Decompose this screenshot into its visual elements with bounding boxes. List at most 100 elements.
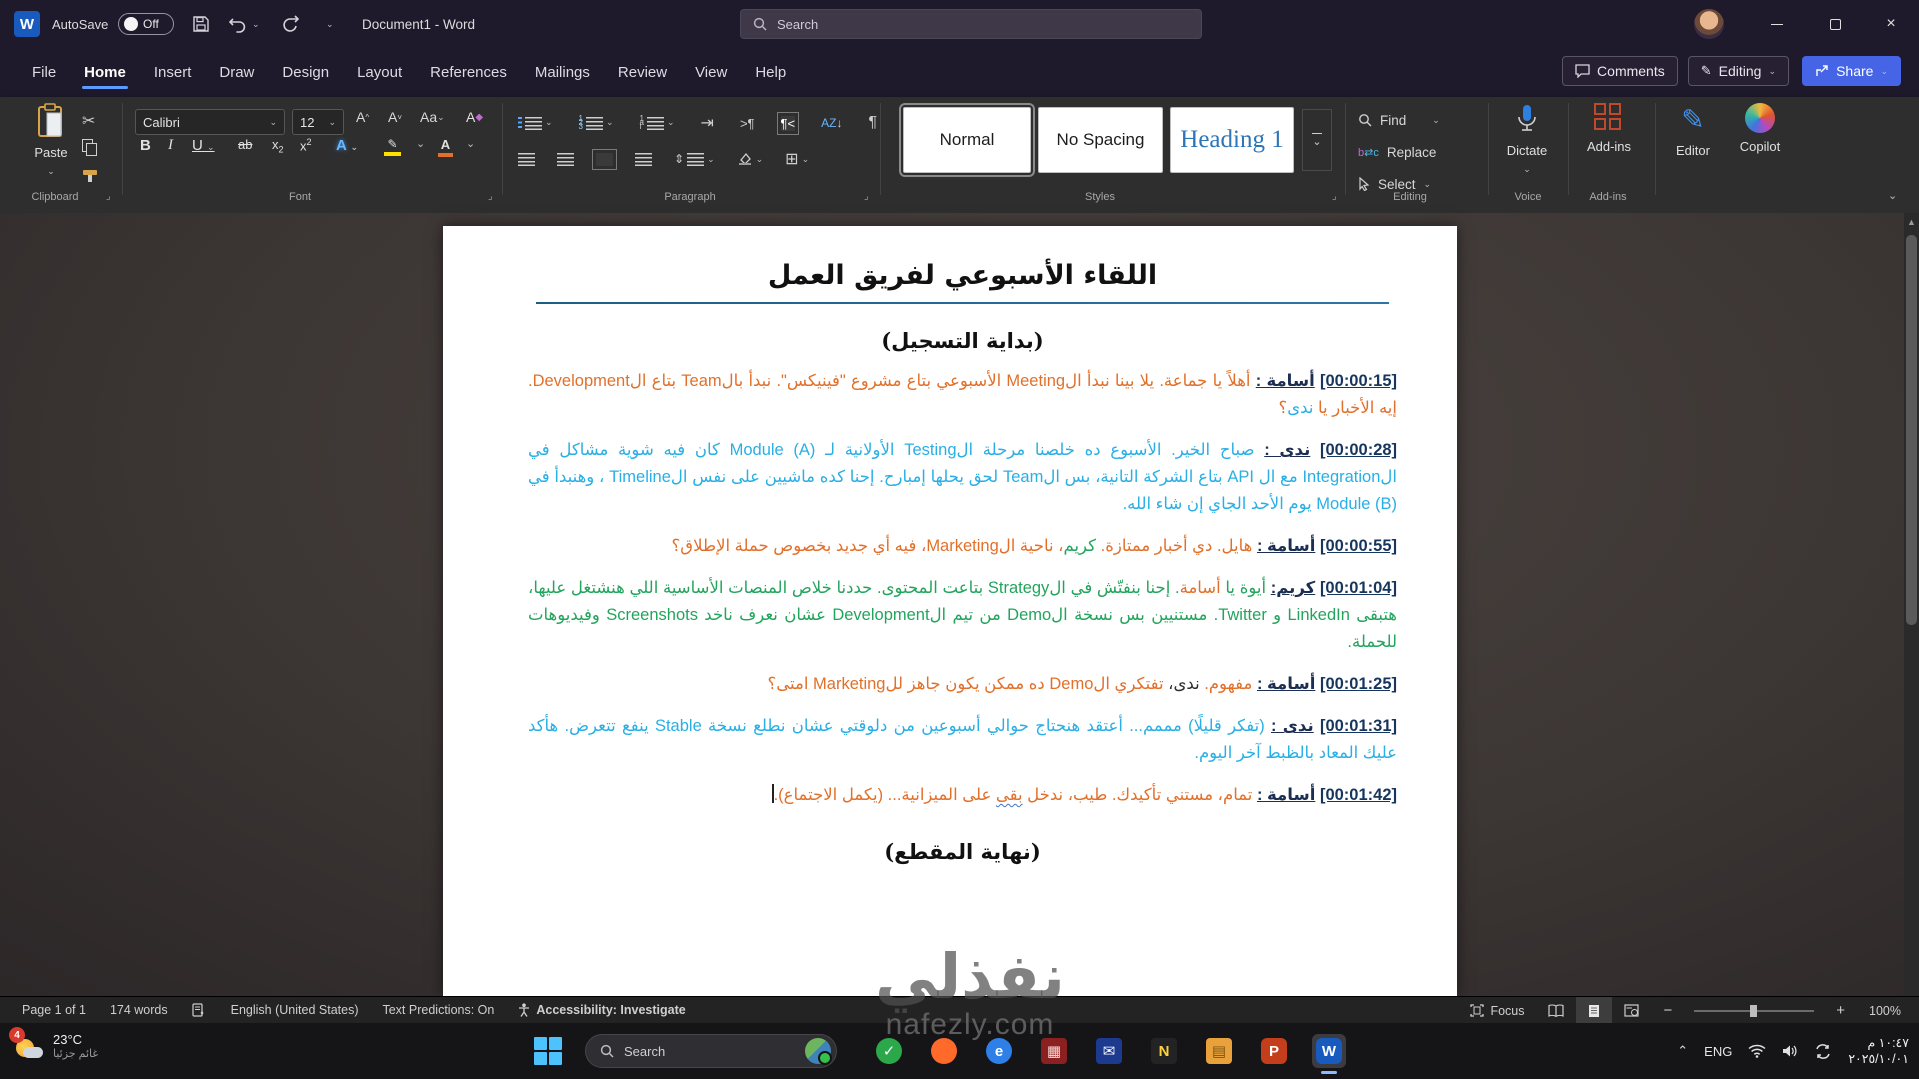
autosave-toggle[interactable]: Off	[118, 13, 174, 35]
align-right-button[interactable]	[592, 148, 617, 170]
cut-button[interactable]: ✂	[82, 111, 95, 131]
addins-button[interactable]: Add-ins	[1576, 103, 1642, 187]
ribbon-tab-mailings[interactable]: Mailings	[521, 54, 604, 91]
store-grid-app-icon[interactable]: ▦	[1037, 1034, 1071, 1068]
title-search-box[interactable]: Search	[740, 9, 1202, 39]
numbering-button[interactable]: 1 2 3 ⌄	[579, 114, 614, 130]
dictate-button[interactable]: Dictate ⌄	[1495, 103, 1559, 187]
align-center-button[interactable]	[557, 152, 574, 166]
ribbon-tab-design[interactable]: Design	[268, 54, 343, 91]
transcript-paragraph[interactable]: [00:00:55] أسامة : هايل. دي أخبار ممتازة…	[528, 533, 1397, 560]
taskbar-search-box[interactable]: Search	[585, 1034, 837, 1068]
subscript-button[interactable]: x2	[272, 137, 284, 155]
superscript-button[interactable]: x2	[300, 137, 312, 153]
paste-button[interactable]: Paste ⌄	[18, 103, 84, 187]
word-count[interactable]: 174 words	[98, 997, 180, 1023]
volume-icon[interactable]	[1782, 1044, 1798, 1058]
scroll-up-arrow-icon[interactable]: ▲	[1904, 213, 1919, 227]
transcript-paragraph[interactable]: [00:00:28] ندى : صباح الخير. الأسبوع ده …	[528, 437, 1397, 518]
collapse-ribbon-chevron[interactable]: ⌄	[1888, 189, 1897, 202]
editor-button[interactable]: ✎ Editor	[1662, 103, 1724, 187]
mail-app-icon[interactable]: ✉	[1092, 1034, 1126, 1068]
ltr-direction-button[interactable]: >¶	[740, 116, 755, 131]
sort-button[interactable]: AZ↓	[821, 116, 842, 130]
decrease-indent-button[interactable]: ⇥	[701, 113, 714, 133]
ribbon-tab-help[interactable]: Help	[741, 54, 800, 91]
ribbon-tab-view[interactable]: View	[681, 54, 741, 91]
replace-button[interactable]: b⇄c Replace	[1358, 139, 1478, 165]
styles-dialog-launcher[interactable]: ⌟	[1332, 191, 1337, 202]
ribbon-tab-file[interactable]: File	[18, 54, 70, 91]
styles-more-button[interactable]: ⌄	[1302, 109, 1332, 171]
ribbon-tab-references[interactable]: References	[416, 54, 521, 91]
web-layout-button[interactable]	[1612, 997, 1651, 1024]
editing-mode-button[interactable]: ✎ Editing ⌄	[1687, 56, 1789, 86]
zoom-level[interactable]: 100%	[1857, 997, 1919, 1024]
dark-notes-app-icon[interactable]: N	[1147, 1034, 1181, 1068]
text-predictions-status[interactable]: Text Predictions: On	[370, 997, 506, 1023]
edge-browser-icon[interactable]: e	[982, 1034, 1016, 1068]
text-effects-button[interactable]: A ⌄	[336, 137, 358, 154]
grow-font-button[interactable]: A ^	[356, 109, 369, 125]
zoom-out-button[interactable]: −	[1651, 997, 1684, 1024]
transcript-paragraph[interactable]: [00:00:15] أسامة : أهلاً يا جماعة. يلا ب…	[528, 368, 1397, 422]
ribbon-tab-layout[interactable]: Layout	[343, 54, 416, 91]
minimize-button[interactable]	[1754, 0, 1800, 48]
transcript-paragraph[interactable]: [00:01:25] أسامة : مفهوم. ندى، تفتكري ال…	[528, 671, 1397, 698]
language-indicator[interactable]: ENG	[1704, 1044, 1732, 1059]
line-spacing-button[interactable]: ⇕ ⌄	[674, 152, 715, 166]
transcript-paragraph[interactable]: [00:01:42] أسامة : تمام، مستني تأكيدك. ط…	[528, 782, 1397, 809]
show-paragraph-marks-button[interactable]: ¶	[868, 114, 877, 132]
word-icon[interactable]: W	[1312, 1034, 1346, 1074]
style-no-spacing[interactable]: No Spacing	[1038, 107, 1163, 173]
scrollbar-thumb[interactable]	[1906, 235, 1917, 625]
start-button[interactable]	[532, 1035, 564, 1067]
comments-button[interactable]: Comments	[1562, 56, 1678, 86]
accessibility-status[interactable]: Accessibility: Investigate	[506, 997, 697, 1023]
proofing-status[interactable]	[180, 997, 219, 1023]
tray-chevron-up-icon[interactable]: ⌃	[1677, 1043, 1688, 1059]
powerpoint-icon[interactable]: P	[1257, 1034, 1291, 1068]
font-color-button[interactable]: A	[438, 137, 453, 157]
focus-button[interactable]: Focus	[1458, 997, 1536, 1024]
transcript-paragraph[interactable]: [00:01:31] ندى : (تفكر قليلًا) مممم... أ…	[528, 713, 1397, 767]
zoom-slider-thumb[interactable]	[1750, 1004, 1758, 1017]
ribbon-tab-draw[interactable]: Draw	[205, 54, 268, 91]
font-color-chevron[interactable]: ⌄	[466, 137, 475, 150]
vertical-scrollbar[interactable]: ▲	[1904, 213, 1919, 996]
sync-update-icon[interactable]	[1814, 1043, 1832, 1059]
font-dialog-launcher[interactable]: ⌟	[488, 191, 493, 202]
bold-button[interactable]: B	[140, 137, 151, 154]
quick-access-chevron[interactable]: ⌄	[326, 0, 334, 48]
highlight-chevron[interactable]: ⌄	[416, 137, 425, 150]
font-name-select[interactable]: Calibri ⌄	[135, 109, 285, 135]
italic-button[interactable]: I	[168, 137, 173, 154]
zoom-in-button[interactable]: +	[1824, 997, 1857, 1024]
language-status[interactable]: English (United States)	[219, 997, 371, 1023]
ribbon-tab-insert[interactable]: Insert	[140, 54, 206, 91]
style-normal[interactable]: Normal	[899, 103, 1035, 177]
clear-formatting-button[interactable]: A ◆	[466, 109, 483, 125]
wifi-icon[interactable]	[1748, 1044, 1766, 1058]
redo-button[interactable]	[282, 0, 302, 48]
font-size-select[interactable]: 12 ⌄	[292, 109, 344, 135]
strikethrough-button[interactable]: ab	[238, 137, 252, 152]
maximize-button[interactable]	[1812, 0, 1858, 48]
format-painter-button[interactable]	[82, 169, 98, 183]
firefox-icon[interactable]	[927, 1034, 961, 1068]
shading-button[interactable]: ⌄	[737, 152, 763, 166]
avatar[interactable]	[1694, 9, 1724, 39]
shrink-font-button[interactable]: A ˅	[388, 109, 402, 125]
read-mode-button[interactable]	[1536, 997, 1576, 1024]
zoom-slider[interactable]	[1694, 1004, 1815, 1017]
align-left-button[interactable]	[518, 152, 535, 166]
multilevel-list-button[interactable]: 1 a i ⌄	[640, 114, 675, 130]
save-button[interactable]	[192, 0, 210, 48]
find-button[interactable]: Find ⌄	[1358, 107, 1478, 133]
document-page[interactable]: اللقاء الأسبوعي لفريق العمل (بداية التسج…	[443, 226, 1457, 996]
clipboard-dialog-launcher[interactable]: ⌟	[106, 191, 111, 202]
borders-button[interactable]: ⊞ ⌄	[785, 149, 809, 169]
files-app-icon[interactable]: ▤	[1202, 1034, 1236, 1068]
weather-widget[interactable]: 4 23°C غائم جزئيا	[9, 1027, 98, 1061]
style-heading-1[interactable]: Heading 1	[1170, 107, 1294, 173]
